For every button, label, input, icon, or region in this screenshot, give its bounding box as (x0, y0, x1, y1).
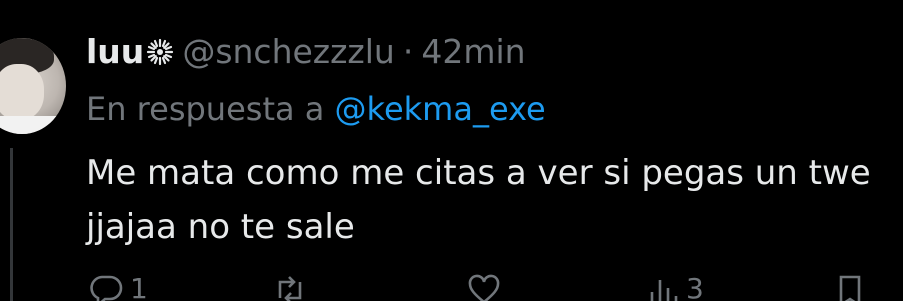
tweet-actions: 1 3 (86, 272, 903, 301)
reply-count: 1 (130, 272, 148, 301)
sunburst-icon (146, 33, 174, 66)
tweet[interactable]: luu @snchezzzlu · 42min En respuesta a @… (0, 0, 903, 301)
retweet-icon (272, 272, 308, 301)
reply-prefix: En respuesta a (86, 90, 325, 128)
comment-icon (88, 272, 124, 301)
reply-context: En respuesta a @kekma_exe (86, 87, 546, 131)
tweet-text-line: jjajaa no te sale (86, 207, 355, 247)
bookmark-button[interactable] (832, 272, 868, 301)
tweet-text: Me mata como me citas a ver si pegas un … (86, 146, 871, 254)
avatar[interactable] (0, 38, 66, 134)
like-button[interactable] (466, 272, 508, 301)
reply-button[interactable]: 1 (88, 272, 148, 301)
header-separator: · (402, 32, 414, 71)
avatar-face (0, 64, 44, 120)
views-count: 3 (686, 272, 704, 301)
heart-icon (466, 272, 502, 301)
retweet-button[interactable] (272, 272, 314, 301)
bookmark-icon (832, 272, 868, 301)
tweet-header: luu @snchezzzlu · 42min (86, 30, 526, 74)
avatar-shirt (0, 116, 66, 134)
views-button[interactable]: 3 (644, 272, 704, 301)
tweet-time[interactable]: 42min (421, 32, 525, 71)
author-handle[interactable]: @snchezzzlu (182, 32, 395, 71)
bar-chart-icon (644, 272, 680, 301)
tweet-text-line: Me mata como me citas a ver si pegas un … (86, 153, 871, 193)
author-name[interactable]: luu (86, 32, 144, 71)
reply-mention-link[interactable]: @kekma_exe (335, 90, 546, 128)
thread-line (10, 148, 13, 301)
